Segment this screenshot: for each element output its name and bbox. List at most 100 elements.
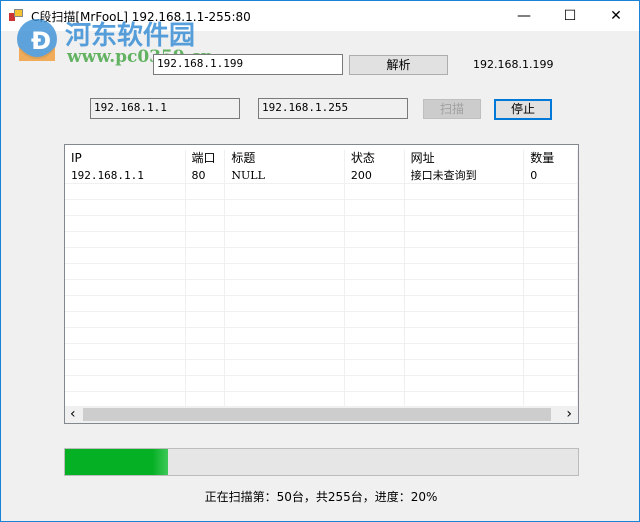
resolve-button[interactable]: 解析	[349, 55, 448, 75]
empty-cell	[225, 280, 345, 295]
empty-cell	[225, 216, 345, 231]
window-title: C段扫描[MrFooL] 192.168.1.1-255:80	[31, 10, 251, 24]
empty-cell	[65, 264, 186, 279]
horizontal-scrollbar[interactable]: ‹ ›	[65, 406, 578, 423]
empty-row	[65, 296, 578, 312]
empty-cell	[225, 328, 345, 343]
cell-port: 80	[186, 168, 226, 183]
empty-row	[65, 200, 578, 216]
scan-button[interactable]: 扫描	[423, 99, 481, 119]
empty-cell	[65, 360, 186, 375]
cell-count: 0	[524, 168, 578, 183]
empty-cell	[186, 392, 226, 407]
col-title[interactable]: 标题	[225, 150, 345, 168]
empty-cell	[524, 184, 578, 199]
empty-cell	[65, 312, 186, 327]
empty-cell	[225, 264, 345, 279]
empty-cell	[186, 296, 226, 311]
empty-cell	[524, 392, 578, 407]
col-port[interactable]: 端口	[186, 150, 226, 168]
col-status[interactable]: 状态	[345, 150, 405, 168]
empty-cell	[225, 232, 345, 247]
empty-cell	[345, 232, 405, 247]
empty-cell	[65, 216, 186, 231]
empty-cell	[186, 184, 226, 199]
empty-cell	[65, 344, 186, 359]
empty-row	[65, 280, 578, 296]
empty-cell	[405, 376, 525, 391]
empty-cell	[405, 280, 525, 295]
empty-row	[65, 216, 578, 232]
empty-row	[65, 248, 578, 264]
empty-cell	[186, 328, 226, 343]
empty-cell	[345, 264, 405, 279]
close-button[interactable]: ✕	[593, 1, 639, 31]
scroll-left-icon[interactable]: ‹	[70, 406, 76, 422]
empty-cell	[186, 360, 226, 375]
empty-cell	[186, 200, 226, 215]
empty-cell	[65, 296, 186, 311]
minimize-button[interactable]: —	[501, 1, 547, 31]
empty-cell	[405, 344, 525, 359]
empty-cell	[65, 376, 186, 391]
results-table[interactable]: IP 端口 标题 状态 网址 数量 192.168.1.1 80 NULL 20…	[64, 144, 579, 424]
empty-row	[65, 328, 578, 344]
empty-cell	[524, 232, 578, 247]
empty-cell	[225, 392, 345, 407]
col-ip[interactable]: IP	[65, 150, 186, 168]
empty-row	[65, 376, 578, 392]
cell-ip: 192.168.1.1	[65, 168, 186, 183]
empty-cell	[225, 312, 345, 327]
empty-row	[65, 360, 578, 376]
empty-cell	[345, 312, 405, 327]
empty-cell	[345, 248, 405, 263]
empty-cell	[65, 280, 186, 295]
empty-cell	[225, 360, 345, 375]
empty-cell	[65, 248, 186, 263]
start-ip-input[interactable]: 192.168.1.1	[90, 98, 240, 119]
empty-cell	[345, 296, 405, 311]
scroll-right-icon[interactable]: ›	[566, 406, 572, 422]
scan-progress-bar	[64, 448, 579, 476]
maximize-button[interactable]: ☐	[547, 1, 593, 31]
empty-cell	[186, 312, 226, 327]
empty-cell	[405, 328, 525, 343]
empty-cell	[524, 280, 578, 295]
empty-cell	[186, 216, 226, 231]
empty-row	[65, 312, 578, 328]
app-icon	[9, 9, 23, 21]
empty-cell	[65, 392, 186, 407]
table-row[interactable]: 192.168.1.1 80 NULL 200 接口未查询到 0	[65, 168, 578, 184]
empty-cell	[405, 264, 525, 279]
empty-cell	[186, 232, 226, 247]
empty-row	[65, 264, 578, 280]
empty-cell	[225, 376, 345, 391]
empty-cell	[345, 328, 405, 343]
empty-cell	[345, 216, 405, 231]
empty-cell	[524, 296, 578, 311]
empty-cell	[524, 376, 578, 391]
empty-cell	[524, 200, 578, 215]
end-ip-input[interactable]: 192.168.1.255	[258, 98, 408, 119]
col-count[interactable]: 数量	[524, 150, 578, 168]
resolve-input[interactable]: 192.168.1.199	[153, 54, 343, 75]
empty-cell	[65, 200, 186, 215]
empty-cell	[186, 344, 226, 359]
empty-cell	[345, 184, 405, 199]
cell-status: 200	[345, 168, 405, 183]
col-url[interactable]: 网址	[405, 150, 525, 168]
empty-cell	[345, 392, 405, 407]
empty-cell	[405, 248, 525, 263]
empty-cell	[225, 344, 345, 359]
empty-cell	[524, 312, 578, 327]
empty-cell	[186, 280, 226, 295]
scrollbar-thumb[interactable]	[83, 408, 551, 421]
empty-row	[65, 344, 578, 360]
empty-cell	[186, 264, 226, 279]
empty-cell	[225, 200, 345, 215]
stop-button[interactable]: 停止	[494, 99, 552, 120]
empty-cell	[345, 376, 405, 391]
empty-cell	[405, 232, 525, 247]
empty-cell	[524, 344, 578, 359]
empty-cell	[524, 360, 578, 375]
